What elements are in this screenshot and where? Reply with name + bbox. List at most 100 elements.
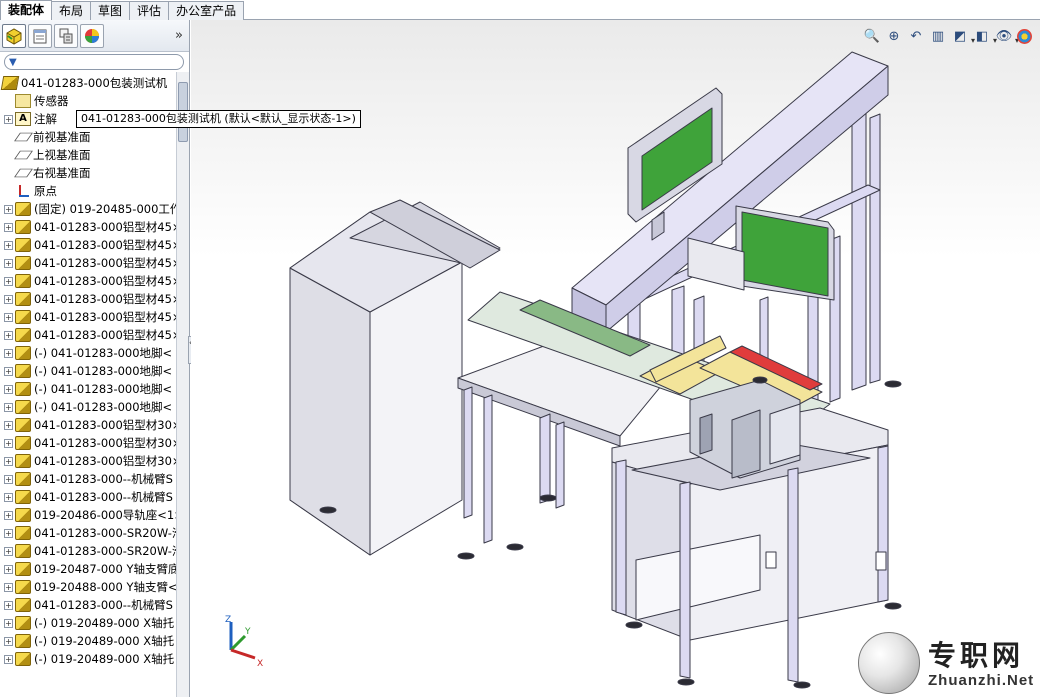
apply-scene-icon[interactable]: ✿ [1036, 27, 1040, 45]
expand-toggle[interactable]: + [4, 438, 13, 448]
expand-toggle[interactable]: + [4, 564, 13, 574]
tree-item[interactable]: +041-01283-000铝型材45× [0, 236, 176, 254]
expand-toggle[interactable]: + [4, 528, 13, 538]
tree-scrollbar[interactable] [176, 72, 189, 697]
expand-toggle[interactable]: + [4, 618, 13, 628]
tree-item[interactable]: +019-20487-000 Y轴支臂底 [0, 560, 176, 578]
part-icon [15, 526, 31, 540]
expand-toggle[interactable]: + [4, 600, 13, 610]
tree-item[interactable]: + (-) 041-01283-000地脚< [0, 398, 176, 416]
part-icon [15, 544, 31, 558]
expand-toggle[interactable]: + [4, 366, 13, 376]
tree-item[interactable]: 上视基准面 [0, 146, 176, 164]
triad-x-label: X [257, 659, 263, 669]
tree-item-label: (-) 019-20489-000 X轴托 [34, 652, 175, 666]
panel-tab-strip: » [0, 20, 189, 52]
tree-item[interactable]: 右视基准面 [0, 164, 176, 182]
expand-toggle[interactable]: + [4, 456, 13, 466]
display-style-icon[interactable]: ◧ [973, 27, 997, 46]
panel-collapse-button[interactable]: » [175, 28, 183, 43]
tree-item[interactable]: +041-01283-000铝型材45× [0, 218, 176, 236]
feature-tree: 041-01283-000包装测试机 传感器 + A 注解 前视基准面 上视基准面 右视基准… [0, 72, 176, 697]
watermark-logo [858, 632, 920, 694]
tree-item[interactable]: +041-01283-000-SR20W-滑 [0, 524, 176, 542]
tab-layout[interactable]: 布局 [52, 1, 92, 20]
expand-toggle[interactable]: + [4, 384, 13, 394]
expand-toggle[interactable]: + [4, 546, 13, 556]
expand-toggle[interactable]: + [4, 114, 13, 124]
property-manager-tab[interactable] [28, 23, 52, 48]
tree-item-label: (-) 041-01283-000地脚< [34, 382, 173, 396]
zoom-area-icon[interactable]: ⊕ [885, 27, 903, 45]
part-icon [15, 238, 31, 252]
expand-toggle[interactable]: + [4, 258, 13, 268]
tree-item[interactable]: +041-01283-000铝型材30× [0, 416, 176, 434]
expand-toggle[interactable]: + [4, 402, 13, 412]
expand-toggle[interactable]: + [4, 276, 13, 286]
tree-item[interactable]: +041-01283-000--机械臂S [0, 488, 176, 506]
tree-item[interactable]: +041-01283-000铝型材45× [0, 272, 176, 290]
part-icon [15, 580, 31, 594]
expand-toggle[interactable]: + [4, 474, 13, 484]
feature-manager-tab[interactable] [2, 23, 26, 48]
configuration-manager-tab[interactable] [54, 23, 78, 48]
tree-item[interactable]: +041-01283-000铝型材45× [0, 326, 176, 344]
tree-item[interactable]: 传感器 [0, 92, 176, 110]
tree-item[interactable]: + (固定) 019-20485-000工作 [0, 200, 176, 218]
expand-toggle[interactable]: + [4, 222, 13, 232]
zoom-to-fit-icon[interactable]: 🔍 [863, 27, 881, 45]
tree-item[interactable]: +041-01283-000铝型材30× [0, 434, 176, 452]
expand-toggle[interactable]: + [4, 330, 13, 340]
edit-appearance-icon[interactable] [1017, 28, 1032, 44]
tree-item[interactable]: + (-) 041-01283-000地脚< [0, 380, 176, 398]
tree-item[interactable]: +019-20488-000 Y轴支臂< [0, 578, 176, 596]
tree-item-label: 041-01283-000--机械臂S [34, 472, 173, 486]
tab-office-products[interactable]: 办公室产品 [169, 1, 245, 20]
tree-item[interactable]: +041-01283-000铝型材45× [0, 254, 176, 272]
tree-root[interactable]: 041-01283-000包装测试机 [0, 74, 176, 92]
tree-item[interactable]: +041-01283-000--机械臂S [0, 470, 176, 488]
expand-toggle[interactable]: + [4, 294, 13, 304]
part-icon [15, 436, 31, 450]
tab-assembly[interactable]: 装配体 [0, 0, 53, 20]
tree-item[interactable]: +041-01283-000铝型材45× [0, 308, 176, 326]
view-orientation-icon[interactable]: ◩ [951, 27, 975, 46]
expand-toggle[interactable]: + [4, 420, 13, 430]
tree-item[interactable]: + (-) 019-20489-000 X轴托 [0, 614, 176, 632]
tab-evaluate[interactable]: 评估 [130, 1, 170, 20]
tree-item[interactable]: +041-01283-000铝型材45× [0, 290, 176, 308]
expand-toggle[interactable]: + [4, 654, 13, 664]
tree-item[interactable]: 原点 [0, 182, 176, 200]
triad-y-label: Y [244, 627, 251, 637]
expand-toggle[interactable]: + [4, 348, 13, 358]
section-view-icon[interactable]: ▥ [929, 27, 947, 45]
expand-toggle[interactable]: + [4, 510, 13, 520]
tree-item[interactable]: +041-01283-000铝型材30× [0, 452, 176, 470]
display-manager-tab[interactable] [80, 23, 104, 48]
tree-item[interactable]: +041-01283-000--机械臂S [0, 596, 176, 614]
tree-item[interactable]: + (-) 019-20489-000 X轴托 [0, 632, 176, 650]
tree-item[interactable]: +019-20486-000导轨座<1> [0, 506, 176, 524]
expand-toggle[interactable]: + [4, 492, 13, 502]
tree-item-label: 041-01283-000铝型材45× [34, 310, 176, 324]
tree-item[interactable]: + (-) 041-01283-000地脚< [0, 362, 176, 380]
hide-show-items-icon[interactable]: 👁 [995, 27, 1019, 46]
tree-item[interactable]: 前视基准面 [0, 128, 176, 146]
tree-item[interactable]: +041-01283-000-SR20W-滑 [0, 542, 176, 560]
tree-item-label: 041-01283-000铝型材45× [34, 292, 176, 306]
tree-item[interactable]: + (-) 019-20489-000 X轴托 [0, 650, 176, 668]
expand-toggle[interactable]: + [4, 312, 13, 322]
expand-toggle[interactable]: + [4, 636, 13, 646]
tree-item[interactable]: + (-) 041-01283-000地脚< [0, 344, 176, 362]
tree-item-label: 041-01283-000铝型材45× [34, 328, 176, 342]
previous-view-icon[interactable]: ↶ [907, 27, 925, 45]
property-manager-icon [33, 29, 47, 43]
tree-filter-input[interactable]: ▼ [4, 54, 184, 70]
expand-toggle[interactable]: + [4, 240, 13, 250]
expand-toggle[interactable]: + [4, 204, 13, 214]
watermark-title: 专职网 [928, 639, 1025, 672]
tab-sketch[interactable]: 草图 [91, 1, 131, 20]
part-icon [15, 562, 31, 576]
tree-item-label: 右视基准面 [33, 166, 91, 180]
expand-toggle[interactable]: + [4, 582, 13, 592]
